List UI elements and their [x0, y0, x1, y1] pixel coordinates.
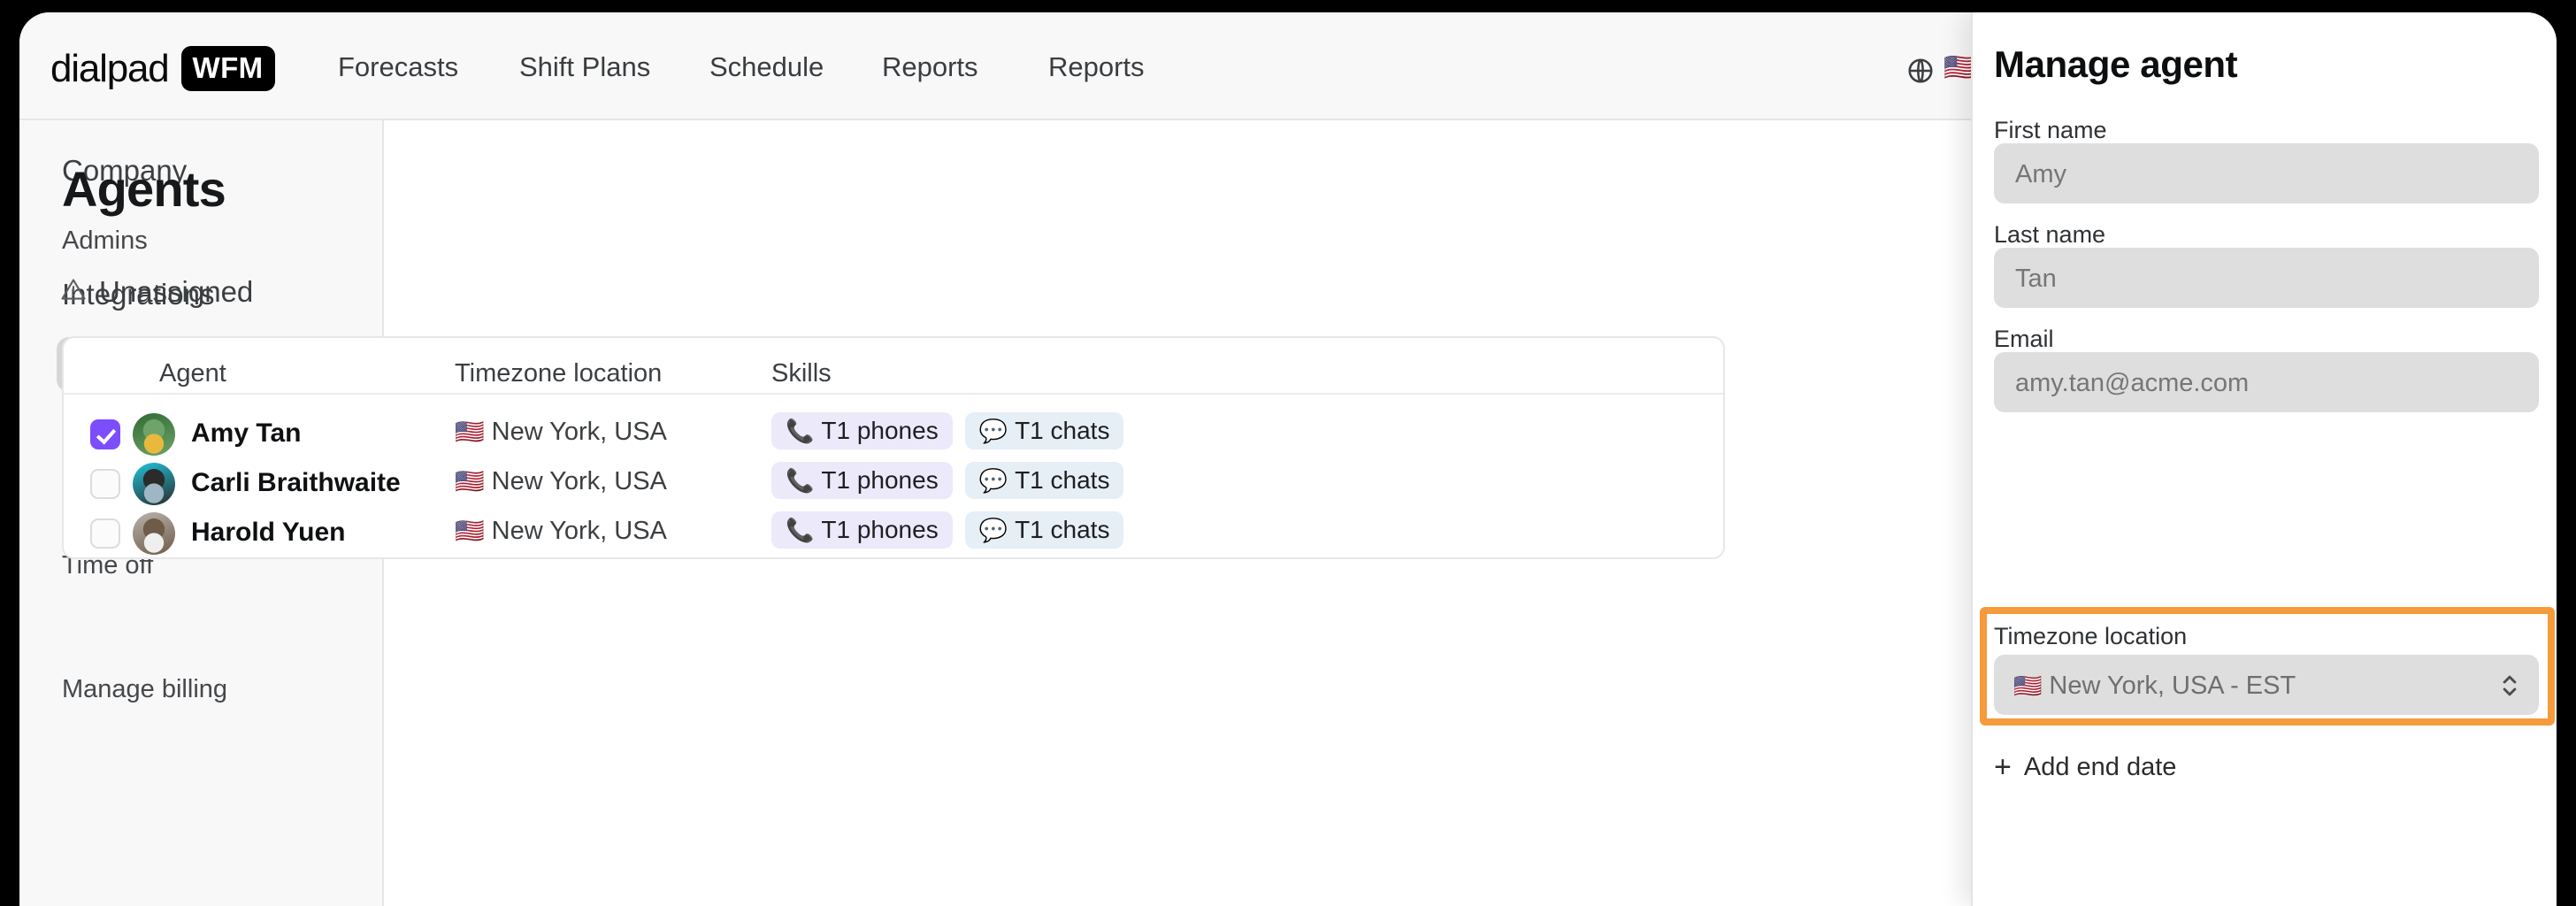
agent-skills: 📞 T1 phones 💬 T1 chats: [771, 462, 1124, 499]
nav-link-3[interactable]: Reports: [882, 53, 978, 81]
phone-icon: 📞: [786, 418, 815, 444]
agent-timezone: 🇺🇸 New York, USA: [455, 469, 667, 495]
first-name-label: First name: [1994, 117, 2107, 143]
last-name-label: Last name: [1994, 221, 2106, 248]
timezone-location-select[interactable]: 🇺🇸 New York, USA - EST: [1994, 655, 2539, 715]
email-field[interactable]: amy.tan@acme.com: [1994, 352, 2539, 412]
email-value: amy.tan@acme.com: [2015, 369, 2250, 397]
chat-bubble-icon: 💬: [978, 418, 1008, 444]
timezone-value-text: New York, USA - EST: [2049, 672, 2296, 700]
add-end-date-label: Add end date: [2023, 752, 2177, 781]
chat-bubble-icon: 💬: [978, 517, 1008, 543]
agents-table: Agent Timezone location Skills Amy Tan 🇺🇸 Ne…: [62, 336, 1725, 559]
plus-icon: +: [1994, 750, 2012, 784]
agent-timezone: 🇺🇸 New York, USA: [455, 419, 667, 445]
skill-chip-label: T1 chats: [1015, 466, 1110, 494]
agent-skills: 📞 T1 phones 💬 T1 chats: [771, 511, 1124, 549]
timezone-flag-icon: 🇺🇸: [2013, 672, 2043, 699]
table-row[interactable]: Carli Braithwaite 🇺🇸 New York, USA 📞 T1 phon…: [64, 457, 1723, 506]
add-end-date-button[interactable]: + Add end date: [1994, 752, 2176, 782]
row-checkbox[interactable]: [90, 469, 120, 499]
last-name-field[interactable]: Tan: [1994, 248, 2539, 308]
country-flag-icon: 🇺🇸: [455, 418, 485, 445]
avatar: [133, 413, 175, 456]
agent-timezone: 🇺🇸 New York, USA: [455, 518, 667, 544]
nav-link-0[interactable]: Forecasts: [338, 53, 458, 81]
timezone-location-value: 🇺🇸 New York, USA - EST: [2013, 673, 2296, 699]
avatar: [133, 463, 175, 505]
sidebar-item-admins[interactable]: Admins: [62, 228, 148, 254]
agents-table-header: Agent Timezone location Skills: [64, 338, 1723, 395]
globe-icon[interactable]: [1906, 57, 1935, 85]
unassigned-section-header: Unassigned: [60, 276, 253, 307]
skill-chip: 📞 T1 phones: [771, 511, 953, 549]
skill-chip-label: T1 chats: [1015, 417, 1110, 444]
table-row[interactable]: Amy Tan 🇺🇸 New York, USA 📞 T1 phones 💬 T1 chat…: [64, 407, 1723, 457]
timezone-location-label: Timezone location: [1994, 623, 2188, 649]
page-title: Agents: [62, 161, 226, 217]
app-viewport: dialpad WFM Forecasts Shift Plans Schedule…: [19, 12, 2557, 906]
skill-chip-label: T1 phones: [821, 466, 939, 494]
agent-timezone-text: New York, USA: [491, 418, 667, 446]
skill-chip-label: T1 phones: [821, 516, 939, 543]
logo-wordmark: dialpad: [50, 46, 170, 90]
skill-chip: 💬 T1 chats: [964, 511, 1124, 549]
first-name-field[interactable]: Amy: [1994, 143, 2539, 203]
agent-name: Amy Tan: [191, 418, 302, 448]
device-frame: dialpad WFM Forecasts Shift Plans Schedule…: [0, 0, 2576, 906]
dialpad-wfm-logo[interactable]: dialpad WFM: [50, 46, 275, 91]
chevron-up-down-icon: [2500, 671, 2519, 701]
country-flag-icon: 🇺🇸: [455, 518, 485, 544]
unassigned-label: Unassigned: [99, 275, 254, 308]
skill-chip: 📞 T1 phones: [771, 412, 953, 449]
agent-name: Carli Braithwaite: [191, 468, 401, 497]
manage-agent-panel: Manage agent First name Amy Last name Tan Em…: [1971, 12, 2557, 906]
agent-timezone-text: New York, USA: [491, 467, 667, 495]
column-header-timezone-location: Timezone location: [455, 359, 663, 388]
sidebar-item-manage-billing[interactable]: Manage billing: [62, 677, 227, 703]
row-checkbox[interactable]: [90, 518, 120, 549]
nav-link-2[interactable]: Schedule: [709, 53, 824, 81]
row-checkbox[interactable]: [90, 419, 120, 449]
table-row[interactable]: Harold Yuen 🇺🇸 New York, USA 📞 T1 phones 💬 T1 …: [64, 506, 1723, 556]
skill-chip: 📞 T1 phones: [771, 462, 953, 499]
email-label: Email: [1994, 326, 2054, 352]
nav-link-4[interactable]: Reports: [1048, 53, 1145, 81]
phone-icon: 📞: [786, 467, 815, 494]
agent-name: Harold Yuen: [191, 518, 346, 547]
logo-wfm-badge: WFM: [180, 46, 275, 91]
nav-link-1[interactable]: Shift Plans: [519, 53, 650, 81]
last-name-value: Tan: [2015, 265, 2057, 293]
avatar: [133, 512, 175, 555]
country-flag-icon: 🇺🇸: [455, 468, 485, 495]
panel-title: Manage agent: [1994, 43, 2238, 85]
skill-chip-label: T1 phones: [821, 417, 939, 444]
first-name-value: Amy: [2015, 160, 2066, 188]
column-header-agent: Agent: [159, 359, 226, 388]
skill-chip-label: T1 chats: [1015, 516, 1110, 543]
skill-chip: 💬 T1 chats: [964, 462, 1124, 499]
agent-skills: 📞 T1 phones 💬 T1 chats: [771, 412, 1124, 449]
chat-bubble-icon: 💬: [978, 467, 1008, 494]
phone-icon: 📞: [786, 517, 815, 543]
column-header-skills: Skills: [771, 359, 832, 388]
warning-triangle-icon: [60, 276, 87, 307]
agent-timezone-text: New York, USA: [491, 517, 667, 545]
skill-chip: 💬 T1 chats: [964, 412, 1124, 449]
